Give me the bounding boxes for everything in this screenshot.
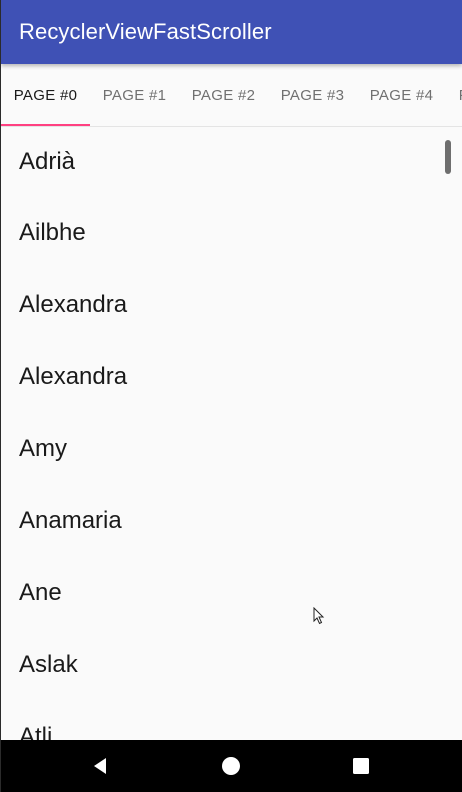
list-item[interactable]: Aslak (1, 629, 462, 701)
app-title: RecyclerViewFastScroller (19, 19, 272, 44)
back-icon (94, 758, 106, 774)
list-item[interactable]: Adrià (1, 127, 462, 197)
app-screen: RecyclerViewFastScroller PAGE #0 PAGE #1… (0, 0, 462, 792)
fast-scroller-thumb[interactable] (445, 140, 451, 174)
list-item[interactable]: Anamaria (1, 485, 462, 557)
tab-selected-indicator (1, 124, 90, 126)
list-item[interactable]: Atli (1, 701, 462, 740)
system-nav-bar (1, 740, 462, 792)
name-list[interactable]: Adrià Ailbhe Alexandra Alexandra Amy Ana… (1, 127, 462, 740)
list-item[interactable]: Ane (1, 557, 462, 629)
app-bar: RecyclerViewFastScroller (1, 0, 462, 64)
list-item[interactable]: Alexandra (1, 341, 462, 413)
tab-page-1[interactable]: PAGE #1 (90, 64, 179, 126)
list-item[interactable]: Ailbhe (1, 197, 462, 269)
back-button[interactable] (71, 740, 131, 792)
list-item[interactable]: Amy (1, 413, 462, 485)
mouse-pointer-icon (313, 606, 325, 630)
list-item[interactable]: Alexandra (1, 269, 462, 341)
home-button[interactable] (201, 740, 261, 792)
recents-icon (353, 758, 369, 774)
tab-page-3[interactable]: PAGE #3 (268, 64, 357, 126)
tab-page-4[interactable]: PAGE #4 (357, 64, 446, 126)
tab-bar: PAGE #0 PAGE #1 PAGE #2 PAGE #3 PAGE #4 … (1, 64, 462, 127)
tab-page-5[interactable]: PAGE #5 (446, 64, 462, 126)
home-icon (222, 757, 240, 775)
recents-button[interactable] (331, 740, 391, 792)
tab-page-2[interactable]: PAGE #2 (179, 64, 268, 126)
tab-page-0[interactable]: PAGE #0 (1, 64, 90, 126)
tab-list: PAGE #0 PAGE #1 PAGE #2 PAGE #3 PAGE #4 … (1, 64, 462, 126)
